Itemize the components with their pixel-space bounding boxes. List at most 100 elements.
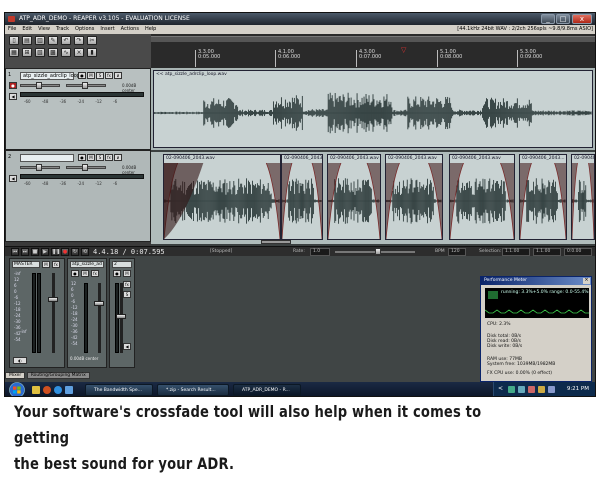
track-header-1[interactable]: 1 atp_sizzle_adrclip_loop ● M S fx ø ● 0…	[5, 68, 151, 150]
strip-fx-button[interactable]: fx	[123, 281, 131, 288]
tray-network-icon[interactable]	[508, 386, 515, 393]
selection-end-field[interactable]: 1.1.00	[533, 248, 561, 256]
taskbar-item-search[interactable]: *.zip - Search Result...	[157, 384, 229, 396]
tray-security-icon[interactable]	[538, 386, 545, 393]
track-lane-2[interactable]: 02-090406_2043.wav 02-090406_2043... 02-09…	[151, 152, 595, 244]
perf-close-icon[interactable]: ×	[583, 278, 590, 284]
minimize-button[interactable]: _	[541, 14, 555, 24]
solo-button[interactable]: S	[96, 154, 104, 161]
menu-file[interactable]: File	[8, 26, 16, 32]
media-item[interactable]: 02-090406_2043.wav	[571, 154, 595, 240]
master-fader-knob[interactable]	[48, 297, 58, 302]
timeline-ruler[interactable]: 3.3.00 0:05.000 4.1.00 0:06.000 4.3.00 0:07…	[151, 34, 595, 68]
tray-volume-icon[interactable]	[518, 386, 525, 393]
menu-help[interactable]: Help	[145, 26, 156, 32]
rate-slider-knob[interactable]	[375, 248, 381, 255]
media-item[interactable]: 02-090406_2043.wav	[163, 154, 281, 240]
show-desktop-icon[interactable]	[65, 386, 73, 394]
solo-button[interactable]: S	[96, 72, 104, 79]
record-icon[interactable]: ●	[9, 82, 17, 89]
tab-mixer[interactable]: Mixer	[5, 372, 26, 379]
tab-routing[interactable]: Routing/Grouping Matrix	[26, 372, 90, 379]
master-mono-button[interactable]: ◐	[13, 357, 27, 364]
volume-knob[interactable]	[36, 164, 42, 171]
repeat-button[interactable]: ↻	[71, 248, 79, 256]
crossfade-icon[interactable]: ⨯	[74, 48, 84, 57]
track-name-field[interactable]: atp_sizzle_adrclip_loop	[20, 72, 80, 80]
master-fx-button[interactable]: fx	[52, 261, 60, 268]
strip-fader-track[interactable]	[98, 283, 101, 353]
snap-icon[interactable]: ⊞	[22, 48, 32, 57]
track-lane-1[interactable]: << atp_sizzle_adrclip_loop.wav	[151, 68, 595, 150]
media-item[interactable]: 02-090406_2043.wav	[327, 154, 381, 240]
fx-button[interactable]: fx	[105, 72, 113, 79]
menu-edit[interactable]: Edit	[22, 26, 32, 32]
menu-insert[interactable]: Insert	[100, 26, 114, 32]
ie-icon[interactable]	[54, 386, 62, 394]
record-arm-button[interactable]: ●	[78, 154, 86, 161]
track-name-field[interactable]	[20, 154, 74, 162]
strip-fx-button[interactable]: fx	[91, 270, 99, 277]
strip-phase-button[interactable]: ◀	[123, 343, 131, 350]
pause-button[interactable]: ❚❚	[51, 248, 60, 256]
metronome-icon[interactable]: ✂	[87, 36, 97, 45]
record-arm-button[interactable]: ●	[78, 72, 86, 79]
phase-button[interactable]: ø	[114, 154, 122, 161]
taskbar-item-reaper[interactable]: ATP_ADR_DEMO - R...	[233, 384, 301, 396]
arrange-view[interactable]: << atp_sizzle_adrclip_loop.wav 02-090406…	[151, 68, 595, 246]
lock-icon[interactable]: ▮	[87, 48, 97, 57]
envelope-icon[interactable]: ∿	[61, 48, 71, 57]
track-header-2[interactable]: 2 ● M S fx ø 0.00dB center -60 -48 -36 -…	[5, 150, 151, 242]
edit-cursor-marker[interactable]: ▽	[401, 47, 406, 54]
close-button[interactable]: x	[572, 14, 592, 24]
strip-fader-knob[interactable]	[116, 314, 126, 319]
save-icon[interactable]: ▥	[35, 36, 45, 45]
record-button[interactable]: ●	[61, 248, 69, 256]
master-mute-button[interactable]: M	[42, 261, 50, 268]
strip-mute-button[interactable]: M	[123, 270, 131, 277]
go-end-button[interactable]: ⏭	[21, 248, 29, 256]
bpm-field[interactable]: 120	[448, 248, 466, 256]
clock[interactable]: 9:21 PM	[567, 386, 589, 392]
play-button[interactable]: ▶	[41, 248, 49, 256]
open-icon[interactable]: ▤	[22, 36, 32, 45]
grid-icon[interactable]: ▦	[9, 48, 19, 57]
taskbar-item-bandwidth[interactable]: The Bandwidth Spe...	[85, 384, 153, 396]
rate-field[interactable]: 1.0	[310, 248, 330, 256]
strip-mute-button[interactable]: M	[81, 270, 89, 277]
media-item[interactable]: 02-090406_2043.wav	[449, 154, 515, 240]
strip-record-button[interactable]: ●	[71, 270, 79, 277]
strip-solo-button[interactable]: S	[123, 291, 131, 298]
folder-icon[interactable]	[32, 386, 40, 394]
strip-record-button[interactable]: ●	[113, 270, 121, 277]
pan-knob[interactable]	[82, 164, 88, 171]
phase-button[interactable]: ø	[114, 72, 122, 79]
media-item[interactable]: 02-090406_2043...	[281, 154, 323, 240]
undo-icon[interactable]: ↶	[61, 36, 71, 45]
menu-track[interactable]: Track	[56, 26, 69, 32]
volume-knob[interactable]	[36, 82, 42, 89]
strip-fader-knob[interactable]	[94, 301, 104, 306]
grouping-icon[interactable]: ▩	[48, 48, 58, 57]
selection-start-field[interactable]: 1.1.00	[502, 248, 530, 256]
master-fader-track[interactable]	[52, 273, 55, 353]
ruler-scroll-strip[interactable]	[151, 36, 595, 42]
media-item[interactable]: 02-090406_2043.wav	[385, 154, 443, 240]
selection-length-field[interactable]: 0:0.00	[564, 248, 592, 256]
media-item[interactable]: << atp_sizzle_adrclip_loop.wav	[153, 70, 593, 148]
redo-icon[interactable]: ↷	[74, 36, 84, 45]
maximize-button[interactable]: □	[556, 14, 570, 24]
ripple-icon[interactable]: ▧	[35, 48, 45, 57]
mute-button[interactable]: M	[87, 154, 95, 161]
menu-actions[interactable]: Actions	[121, 26, 139, 32]
new-project-icon[interactable]: ▯	[9, 36, 19, 45]
mute-button[interactable]: M	[87, 72, 95, 79]
menu-options[interactable]: Options	[75, 26, 94, 32]
media-item[interactable]: 02-090406_2043...	[519, 154, 567, 240]
menu-view[interactable]: View	[38, 26, 50, 32]
loop-button[interactable]: ⟲	[81, 248, 89, 256]
io-button[interactable]: ◀	[9, 175, 17, 182]
horizontal-scrollbar-thumb[interactable]	[261, 240, 291, 244]
firefox-icon[interactable]	[43, 386, 51, 394]
stop-button[interactable]: ■	[31, 248, 39, 256]
